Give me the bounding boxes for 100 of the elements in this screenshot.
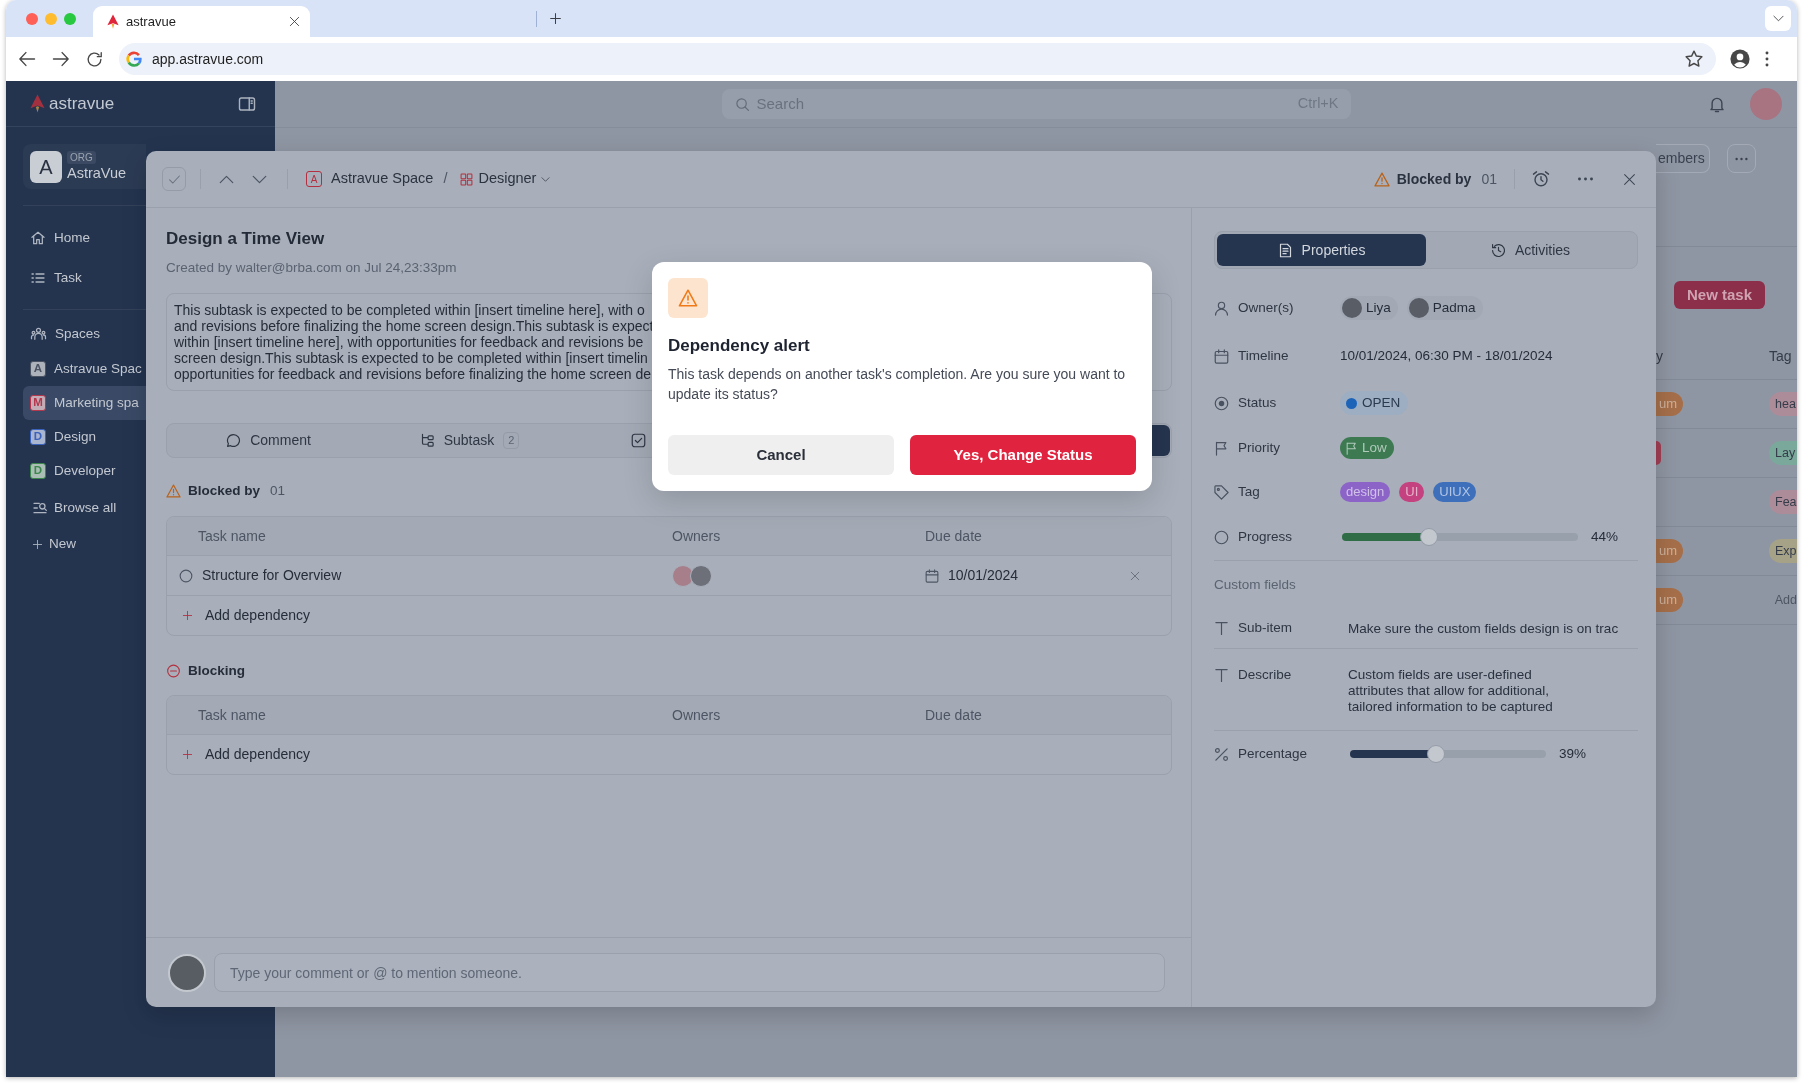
browse-icon xyxy=(32,500,48,516)
timeline-value: 10/01/2024, 06:30 PM - 18/01/2024 xyxy=(1340,346,1553,365)
column-header: Owners xyxy=(672,705,722,725)
tab[interactable]: Comment xyxy=(168,425,369,456)
owner-chip[interactable]: Padma xyxy=(1406,296,1483,320)
field-label: Priority xyxy=(1238,438,1280,457)
owner-chip[interactable]: Liya xyxy=(1340,296,1398,320)
tab[interactable]: Subtask 2 xyxy=(369,425,570,456)
grid-icon xyxy=(460,172,474,186)
brand-name: astravue xyxy=(49,92,115,115)
created-by-text: Created by walter@brba.com on Jul 24,23:33pm xyxy=(166,259,458,277)
reload-icon[interactable] xyxy=(86,50,103,68)
tab[interactable]: Activities xyxy=(1426,234,1635,266)
chevron-down-icon[interactable] xyxy=(252,174,267,184)
logo-icon xyxy=(107,14,119,29)
comment-field[interactable]: Type your comment or @ to mention someone. xyxy=(214,953,1165,992)
tag: Exp xyxy=(1769,539,1797,563)
tab[interactable]: Properties xyxy=(1217,234,1426,266)
avatar xyxy=(672,564,694,587)
sidebar-item[interactable]: Home xyxy=(23,218,146,258)
logo-icon xyxy=(30,94,45,113)
list-dropdown[interactable]: Designer xyxy=(460,168,551,190)
calendar-icon xyxy=(925,568,939,583)
new-tab-icon[interactable] xyxy=(549,12,562,25)
priority-tag: um xyxy=(1656,588,1684,612)
sidebar-item[interactable]: New xyxy=(23,526,146,562)
sidebar-item[interactable]: Browse all xyxy=(23,490,146,526)
column-header: Task name xyxy=(197,705,267,725)
section-count: 01 xyxy=(270,482,286,500)
section-title: Custom fields xyxy=(1214,560,1638,609)
progress-slider[interactable] xyxy=(1342,528,1578,546)
blocked-count: 01 xyxy=(1481,169,1497,189)
task-name: Structure for Overview xyxy=(202,566,342,585)
warning-icon xyxy=(166,484,181,498)
circle-icon xyxy=(1214,529,1229,545)
home-icon xyxy=(30,230,46,246)
warning-icon xyxy=(668,278,708,318)
confirm-button[interactable]: Yes, Change Status xyxy=(910,435,1136,475)
column-header: Task name xyxy=(197,526,267,546)
percentage-reading: 39% xyxy=(1559,744,1587,763)
more-icon[interactable] xyxy=(1577,177,1594,181)
priority-tag: um xyxy=(1656,392,1684,416)
notification-bell-icon[interactable] xyxy=(1708,95,1726,113)
text-icon xyxy=(1214,667,1229,683)
people-icon xyxy=(30,326,47,342)
sidebar-item[interactable]: Task xyxy=(23,258,146,298)
sidebar-toggle-icon[interactable] xyxy=(238,94,256,113)
sidebar-item[interactable]: D Design xyxy=(23,420,146,454)
priority-tag: um xyxy=(1656,539,1684,563)
org-tag: ORG xyxy=(67,151,96,164)
forward-icon[interactable] xyxy=(52,50,70,68)
tag: hea xyxy=(1769,392,1797,416)
percentage-slider[interactable] xyxy=(1350,745,1546,763)
add-dependency-link[interactable]: Add dependency xyxy=(167,605,925,626)
close-icon[interactable] xyxy=(1623,172,1636,186)
field-label: Sub-item xyxy=(1238,619,1293,638)
blocked-label: Blocked by xyxy=(1396,169,1472,189)
section-title: Blocking xyxy=(188,662,245,680)
new-task-button[interactable]: New task xyxy=(1674,281,1765,309)
close-icon[interactable] xyxy=(289,16,300,27)
bookmark-star-icon[interactable] xyxy=(1685,50,1703,68)
column-header: Due date xyxy=(925,705,983,725)
space-avatar: A xyxy=(306,171,322,187)
breadcrumb-link[interactable]: A Astravue Space xyxy=(306,168,434,190)
more-icon[interactable] xyxy=(1765,51,1769,67)
back-icon[interactable] xyxy=(18,50,36,68)
slider-handle[interactable] xyxy=(1427,745,1446,763)
field-value: Make sure the custom fields design is on trac xyxy=(1348,620,1619,637)
sidebar-item[interactable]: A Astravue Spac xyxy=(23,352,146,386)
field-label: Owner(s) xyxy=(1238,298,1294,317)
field-label: Describe xyxy=(1238,667,1292,683)
plus-icon xyxy=(182,610,193,621)
sidebar-item[interactable]: D Developer xyxy=(23,454,146,488)
check-button[interactable] xyxy=(162,167,186,191)
tab[interactable] xyxy=(1150,425,1170,456)
sidebar-item[interactable]: M Marketing spa xyxy=(23,386,146,420)
g-logo-icon xyxy=(126,51,142,67)
field-label: Status xyxy=(1238,393,1277,412)
add-dependency-link[interactable]: Add dependency xyxy=(167,744,925,765)
tag-icon xyxy=(1214,484,1229,500)
circle-icon[interactable] xyxy=(179,568,193,583)
progress-reading: 44% xyxy=(1591,527,1619,546)
cancel-button[interactable]: Cancel xyxy=(668,435,894,475)
space-avatar: A xyxy=(30,361,46,377)
person-icon xyxy=(1214,300,1229,316)
chevron-up-icon[interactable] xyxy=(219,174,234,184)
column-header: Due date xyxy=(925,526,983,546)
circle-dot-icon xyxy=(1214,395,1229,411)
status-chip[interactable]: OPEN xyxy=(1340,391,1409,415)
window-close-icon[interactable] xyxy=(26,12,38,25)
due-date: 10/01/2024 xyxy=(948,566,1019,585)
slider-handle[interactable] xyxy=(1420,528,1439,546)
section-heading[interactable]: Spaces xyxy=(23,316,146,352)
profile-icon[interactable] xyxy=(1730,49,1750,69)
history-icon xyxy=(1490,242,1506,258)
section-title: Blocked by xyxy=(188,482,261,500)
alarm-clock-icon[interactable] xyxy=(1532,170,1550,188)
tag: Fea xyxy=(1769,490,1797,514)
browser-tab[interactable]: astravue xyxy=(93,6,310,37)
address-bar[interactable]: app.astravue.com xyxy=(119,43,1716,75)
